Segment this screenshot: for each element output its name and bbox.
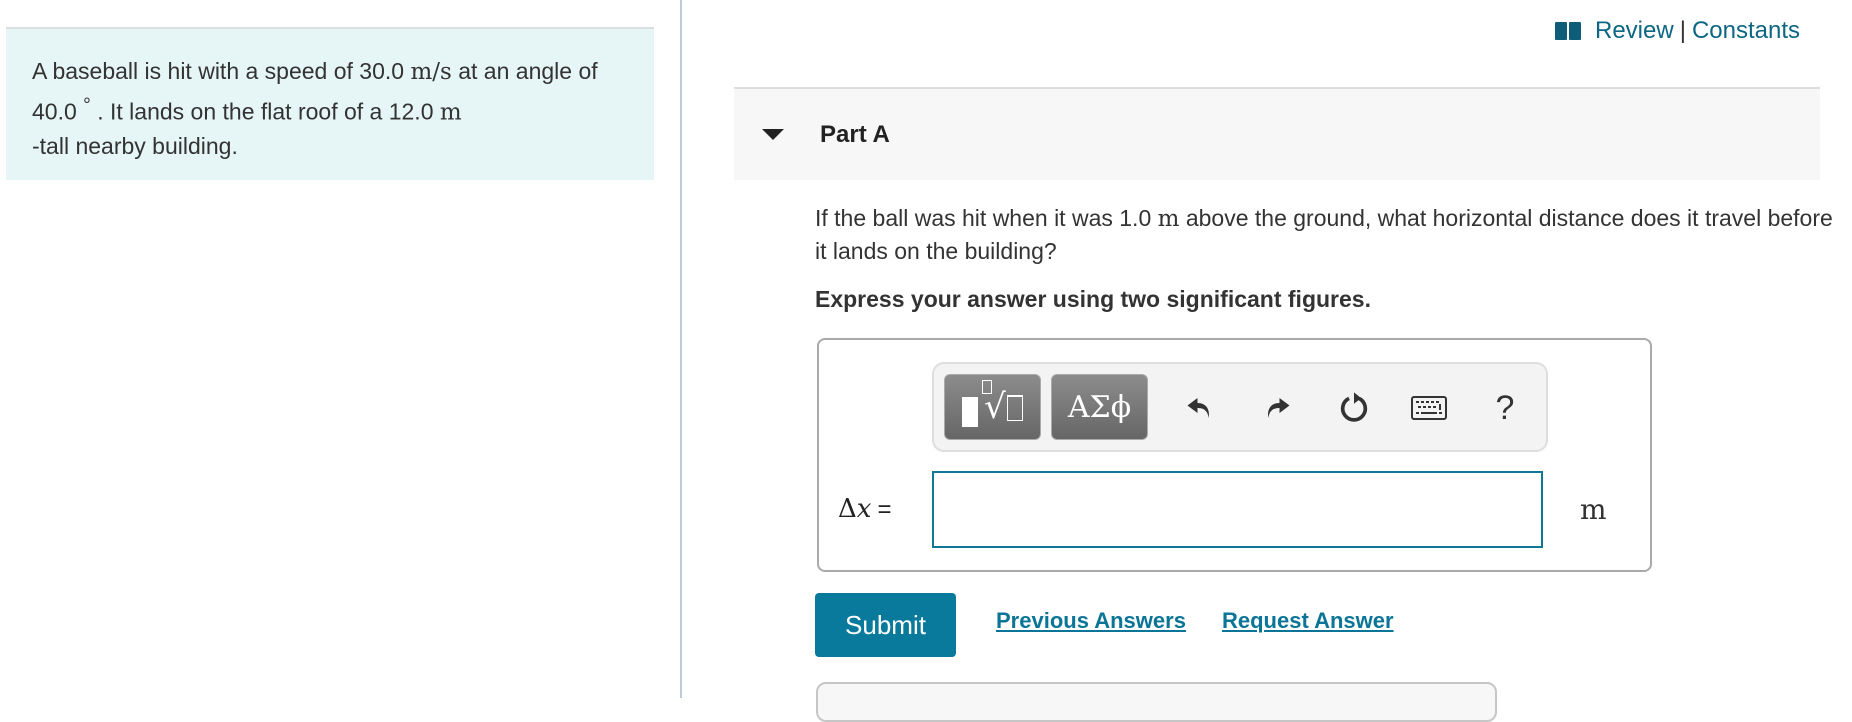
intro-text: . It lands on the flat roof of a 12.0 <box>90 98 440 125</box>
question-text: If the ball was hit when it was 1.0 m ab… <box>815 202 1845 267</box>
redo-icon <box>1268 398 1290 418</box>
answer-label: Δx = <box>838 493 891 524</box>
constants-link[interactable]: Constants <box>1692 17 1800 45</box>
undo-icon <box>1187 398 1209 418</box>
greek-symbols-button[interactable]: ΑΣϕ <box>1051 374 1148 440</box>
problem-intro-panel: A baseball is hit with a speed of 30.0 m… <box>6 27 654 180</box>
reset-button[interactable] <box>1332 386 1376 430</box>
question-text-part: If the ball was hit when it was 1.0 <box>815 205 1158 231</box>
reset-icon <box>1340 392 1368 422</box>
redo-button[interactable] <box>1255 386 1299 430</box>
undo-button[interactable] <box>1178 386 1222 430</box>
part-a-header[interactable]: Part A <box>734 87 1820 180</box>
radical-icon: √ <box>982 380 1023 424</box>
degree-symbol: ° <box>83 95 91 116</box>
feedback-box <box>816 682 1497 722</box>
triangle-down-icon[interactable] <box>762 129 784 140</box>
answer-input[interactable] <box>932 471 1543 548</box>
help-button[interactable]: ? <box>1483 386 1527 430</box>
previous-answers-link[interactable]: Previous Answers <box>996 608 1186 634</box>
request-answer-link[interactable]: Request Answer <box>1222 608 1394 634</box>
part-title: Part A <box>820 120 890 148</box>
pane-divider[interactable] <box>680 0 682 698</box>
delta-symbol: Δ <box>838 494 857 524</box>
keyboard-button[interactable] <box>1407 386 1451 430</box>
templates-button[interactable]: √ <box>944 374 1041 440</box>
book-icon <box>1555 22 1581 40</box>
templates-icon <box>962 397 979 427</box>
intro-text: A baseball is hit with a speed of 30.0 <box>32 58 411 84</box>
intro-text: -tall nearby building. <box>32 132 238 159</box>
keyboard-icon <box>1411 396 1447 420</box>
math-toolbar: √ ΑΣϕ ? <box>932 362 1548 452</box>
review-link[interactable]: Review <box>1595 17 1674 45</box>
submit-button[interactable]: Submit <box>815 593 956 657</box>
equals-sign: = <box>877 496 892 523</box>
link-separator: | <box>1679 17 1686 44</box>
question-unit: m <box>1157 206 1180 232</box>
variable-x: x <box>856 494 872 524</box>
answer-unit: m <box>1580 493 1607 526</box>
speed-unit: m/s <box>410 59 452 85</box>
height-unit: m <box>439 99 462 126</box>
answer-instruction: Express your answer using two significan… <box>815 286 1371 312</box>
resource-links: Review | Constants <box>1555 14 1800 48</box>
